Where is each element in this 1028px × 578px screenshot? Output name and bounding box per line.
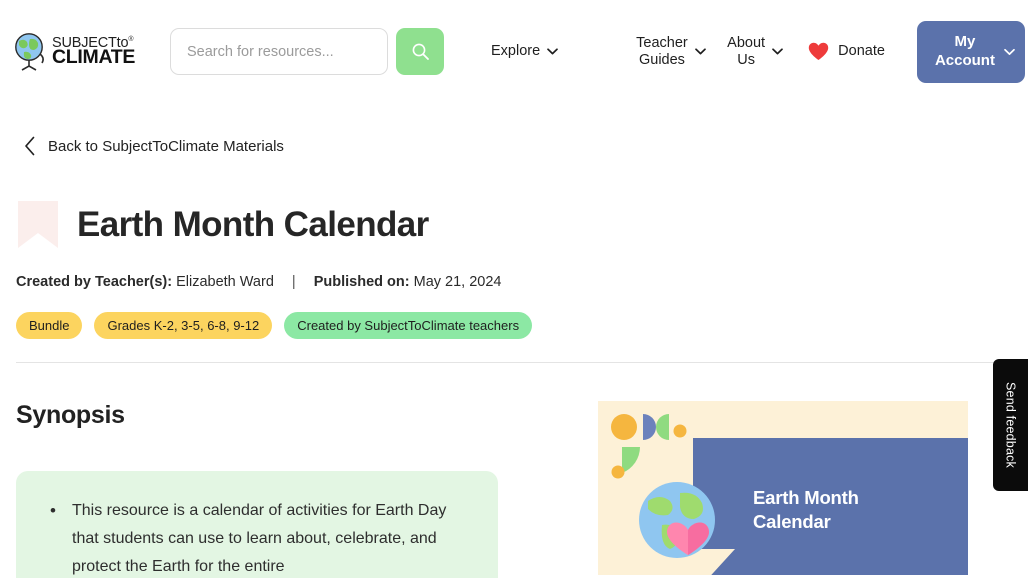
- nav-teacher-guides-label: Teacher Guides: [636, 35, 688, 68]
- search-icon: [412, 43, 429, 60]
- chevron-down-icon: [694, 48, 706, 55]
- published-on-label: Published on:: [313, 274, 410, 290]
- nav-item-teacher-guides[interactable]: Teacher Guides: [636, 35, 706, 68]
- send-feedback-tab[interactable]: Send feedback: [993, 359, 1028, 491]
- thumbnail-column: Earth Month Calendar: [598, 401, 1012, 578]
- list-item: This resource is a calendar of activitie…: [46, 497, 468, 578]
- nav-donate-label: Donate: [838, 43, 885, 60]
- main-navigation: Explore Teacher Guides About Us Donate M…: [444, 20, 1028, 83]
- thumbnail-title-line1: Earth Month: [753, 487, 859, 508]
- send-feedback-label: Send feedback: [1003, 382, 1018, 468]
- site-logo[interactable]: SUBJECTto® CLIMATE: [14, 32, 154, 72]
- registered-mark: ®: [128, 35, 134, 43]
- chevron-down-icon: [1004, 48, 1015, 55]
- search-area: [170, 28, 444, 75]
- tag-created-by[interactable]: Created by SubjectToClimate teachers: [284, 312, 533, 339]
- main-content: Back to SubjectToClimate Materials Earth…: [0, 136, 1028, 578]
- logo-climate-text: CLIMATE: [52, 46, 136, 68]
- meta-separator: |: [291, 274, 296, 290]
- synopsis-column: Synopsis This resource is a calendar of …: [16, 401, 598, 578]
- nav-item-explore[interactable]: Explore: [491, 43, 559, 60]
- logo-wordmark: SUBJECTto® CLIMATE: [52, 35, 136, 68]
- created-by-label: Created by Teacher(s):: [16, 274, 173, 290]
- site-header: SUBJECTto® CLIMATE Explore Teacher Guide…: [0, 0, 1028, 103]
- synopsis-bullet-list: This resource is a calendar of activitie…: [46, 497, 468, 578]
- content-columns: Synopsis This resource is a calendar of …: [16, 401, 1012, 578]
- tag-grades[interactable]: Grades K-2, 3-5, 6-8, 9-12: [94, 312, 273, 339]
- published-on-value: May 21, 2024: [413, 274, 502, 290]
- account-line1: My: [954, 32, 976, 50]
- nav-teacher-line1: Teacher: [636, 34, 688, 51]
- tag-bundle[interactable]: Bundle: [16, 312, 83, 339]
- synopsis-box: This resource is a calendar of activitie…: [16, 471, 498, 578]
- resource-thumbnail[interactable]: Earth Month Calendar: [598, 401, 968, 575]
- globe-logo-icon: [15, 32, 44, 71]
- heart-icon: [808, 42, 829, 60]
- nav-explore-label: Explore: [491, 43, 541, 60]
- account-line2: Account: [934, 51, 995, 69]
- nav-about-line1: About: [727, 34, 766, 51]
- bookmark-icon[interactable]: [16, 200, 60, 250]
- nav-teacher-line2: Guides: [638, 51, 685, 68]
- search-input[interactable]: [170, 28, 388, 75]
- chevron-left-icon: [25, 136, 35, 156]
- my-account-button[interactable]: My Account: [916, 20, 1025, 83]
- back-link-label: Back to SubjectToClimate Materials: [48, 137, 284, 155]
- resource-title-row: Earth Month Calendar: [16, 200, 1012, 250]
- nav-about-label: About Us: [727, 35, 765, 68]
- search-button[interactable]: [396, 28, 444, 75]
- thumbnail-title-line2: Calendar: [753, 511, 831, 533]
- nav-item-about-us[interactable]: About Us: [727, 35, 783, 68]
- account-button-label: My Account: [935, 33, 995, 71]
- resource-meta: Created by Teacher(s): Elizabeth Ward | …: [16, 274, 1012, 290]
- synopsis-heading: Synopsis: [16, 401, 125, 429]
- chevron-down-icon: [547, 48, 559, 55]
- nav-item-donate[interactable]: Donate: [808, 42, 885, 61]
- page-title: Earth Month Calendar: [77, 205, 429, 244]
- section-divider: [16, 362, 1012, 363]
- chevron-down-icon: [772, 48, 783, 55]
- back-to-materials-link[interactable]: Back to SubjectToClimate Materials: [24, 136, 284, 156]
- created-by-value: Elizabeth Ward: [176, 274, 274, 290]
- thumbnail-title: Earth Month Calendar: [753, 486, 859, 535]
- tag-list: Bundle Grades K-2, 3-5, 6-8, 9-12 Create…: [16, 312, 1012, 339]
- nav-about-line2: Us: [737, 51, 755, 68]
- globe-heart-icon: [639, 482, 715, 558]
